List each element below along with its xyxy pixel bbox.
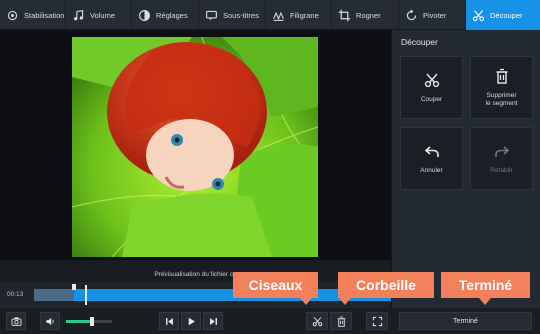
tool-volume[interactable]: Volume [66, 0, 132, 30]
subtitles-icon [206, 10, 217, 20]
cut-control-button[interactable] [306, 312, 328, 330]
tool-subtitles[interactable]: Sous-titres [199, 0, 266, 30]
timecode: 00:13 [7, 291, 24, 298]
delete-label: Supprimer le segment [486, 92, 518, 107]
undo-icon [424, 146, 439, 157]
timeline[interactable]: 00:13 [0, 282, 391, 308]
callout-tail [339, 298, 351, 305]
bottom-controls: Terminé [0, 308, 540, 334]
preview-image [72, 37, 318, 257]
scissors-icon [472, 9, 485, 21]
tool-label: Filigrane [290, 10, 319, 20]
stabilization-icon [7, 10, 18, 20]
rotate-icon [406, 8, 417, 20]
redo-label: Rétablir [490, 166, 513, 174]
delete-label-line1: Supprimer [486, 92, 517, 100]
callout-done-label: Terminé [458, 277, 513, 293]
video-preview [0, 30, 391, 260]
trash-icon [496, 68, 507, 84]
segment-marker[interactable] [72, 284, 76, 290]
callout-trash: Corbeille [338, 272, 434, 305]
undo-button[interactable]: Annuler [400, 127, 463, 190]
tool-label: Sous-titres [223, 10, 259, 20]
redo-icon [494, 146, 509, 157]
undo-label: Annuler [420, 166, 443, 174]
skip-forward-icon [209, 317, 217, 325]
video-editor-window: Stabilisation Volume Réglages Sous-titre… [0, 0, 540, 334]
skip-back-icon [165, 317, 173, 325]
tool-label: Volume [90, 10, 116, 20]
tool-rotate[interactable]: Pivoter [399, 0, 466, 30]
callout-scissors: Ciseaux [233, 272, 318, 305]
tool-stabilization[interactable]: Stabilisation [0, 0, 66, 30]
tool-cut[interactable]: Découper [466, 0, 540, 30]
delete-label-line2: le segment [485, 99, 518, 107]
delete-control-button[interactable] [330, 312, 352, 330]
delete-segment-button[interactable]: Supprimer le segment [470, 56, 533, 119]
tool-label: Découper [490, 10, 523, 20]
tool-label: Réglages [156, 10, 188, 20]
done-button[interactable]: Terminé [399, 312, 532, 330]
scissors-icon [424, 73, 439, 87]
watermark-icon [273, 11, 284, 21]
timeline-selected-segment[interactable] [34, 289, 74, 301]
music-note-icon [74, 9, 84, 20]
tool-label: Stabilisation [24, 10, 65, 20]
redo-button[interactable]: Rétablir [470, 127, 533, 190]
top-toolbar: Stabilisation Volume Réglages Sous-titre… [0, 0, 540, 30]
trash-icon [337, 316, 345, 327]
mute-button[interactable] [40, 312, 60, 330]
tool-crop[interactable]: Rogner [332, 0, 399, 30]
adjustments-icon [139, 9, 150, 21]
speaker-icon [45, 317, 54, 325]
tool-adjustments[interactable]: Réglages [132, 0, 199, 30]
cut-panel: Découper Couper Supprimer le segment Annu… [391, 30, 540, 310]
crop-icon [338, 9, 351, 21]
preview-caption: Prévisualisation du fichier co [0, 260, 391, 282]
camera-icon [11, 316, 21, 326]
callout-tail [479, 298, 491, 305]
fullscreen-button[interactable] [366, 312, 388, 330]
play-icon [188, 317, 195, 325]
tool-watermark[interactable]: Filigrane [266, 0, 332, 30]
fullscreen-icon [372, 316, 382, 326]
play-button[interactable] [181, 312, 201, 330]
scissors-icon [312, 316, 322, 326]
callout-done: Terminé [441, 272, 530, 305]
playhead[interactable] [85, 285, 87, 305]
previous-button[interactable] [159, 312, 179, 330]
panel-title: Découper [401, 37, 438, 47]
cut-button[interactable]: Couper [400, 56, 463, 119]
callout-trash-label: Corbeille [356, 277, 416, 293]
callout-scissors-label: Ciseaux [248, 277, 303, 293]
volume-slider-fill [66, 320, 93, 323]
volume-slider-knob[interactable] [90, 317, 95, 326]
snapshot-button[interactable] [6, 312, 26, 330]
callout-tail [300, 298, 312, 305]
tool-label: Rogner [356, 10, 381, 20]
tool-label: Pivoter [423, 10, 447, 20]
next-button[interactable] [203, 312, 223, 330]
cut-label: Couper [420, 95, 443, 103]
